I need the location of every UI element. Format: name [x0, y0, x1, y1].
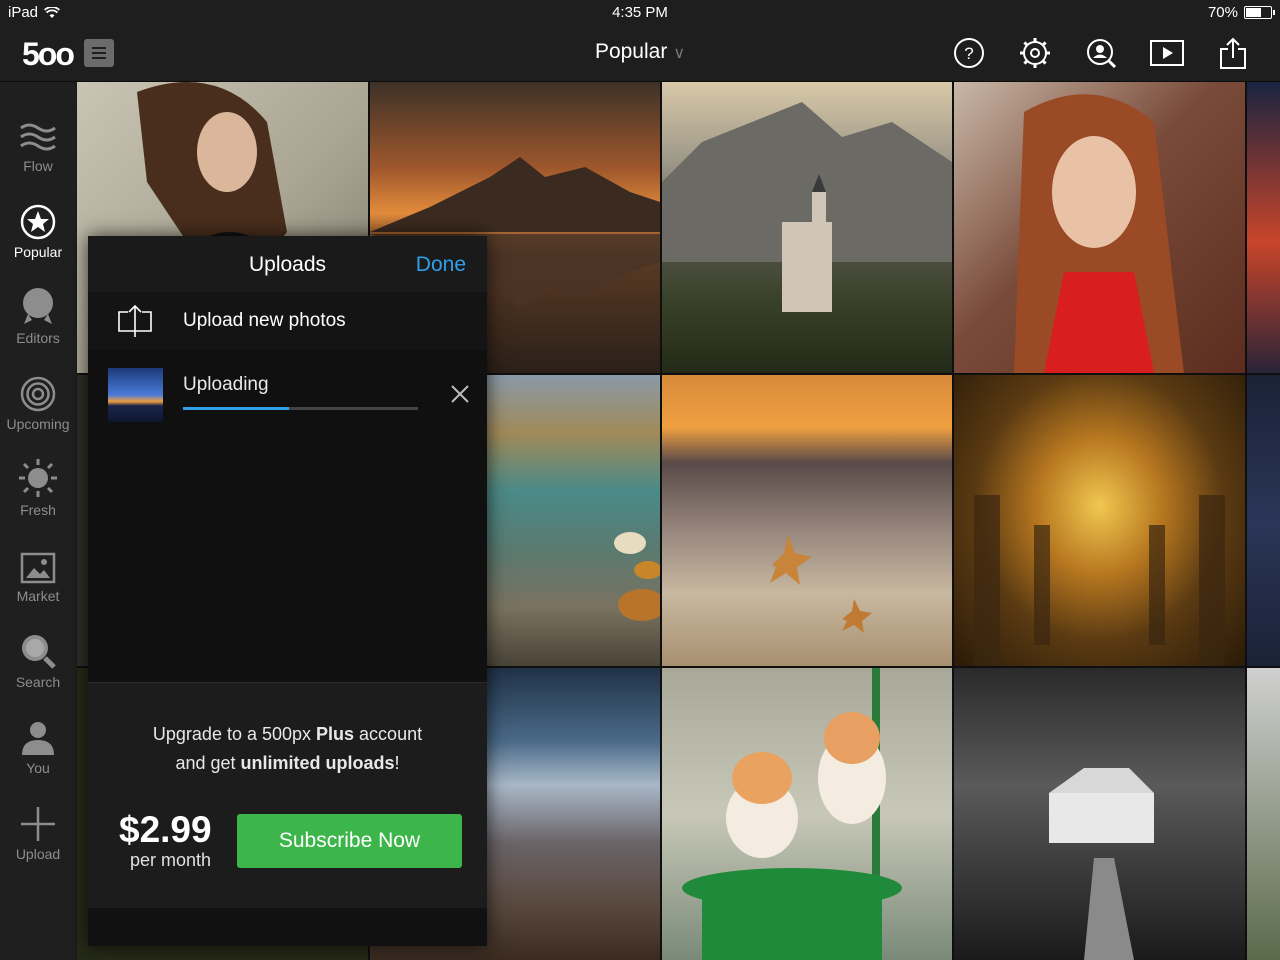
logo[interactable]: 5oo: [22, 36, 75, 73]
upload-new-photos-row[interactable]: Upload new photos: [88, 292, 487, 350]
sidebar-item-label: Upcoming: [6, 416, 70, 432]
upgrade-text: Upgrade to a 500px Plus account and get …: [152, 724, 423, 773]
sidebar-item-upcoming[interactable]: Upcoming: [0, 362, 76, 448]
uploading-label: Uploading: [183, 374, 269, 395]
svg-text:?: ?: [964, 44, 973, 63]
sidebar-item-label: Editors: [16, 330, 60, 346]
profile-search-icon[interactable]: [1084, 36, 1118, 70]
photo-redhead-woman[interactable]: [954, 82, 1245, 373]
upload-new-photos-label: Upload new photos: [183, 310, 346, 331]
editors-icon: [23, 288, 53, 324]
market-icon: [20, 552, 56, 584]
sidebar-item-flow[interactable]: Flow: [0, 104, 76, 190]
upgrade-promo: Upgrade to a 500px Plus account and get …: [88, 682, 487, 908]
sun-icon: [19, 459, 57, 497]
sidebar-item-market[interactable]: Market: [0, 534, 76, 620]
battery-icon: [1244, 6, 1275, 19]
slideshow-icon[interactable]: [1150, 36, 1184, 70]
photo-night-edge[interactable]: [1247, 375, 1280, 666]
nav-title: Popular: [594, 40, 668, 63]
panel-header: Uploads Done: [88, 236, 487, 292]
chevron-down-icon: ∨: [673, 45, 686, 62]
panel-footer: [88, 908, 487, 946]
sidebar-item-label: Upload: [15, 846, 61, 862]
photo-bw-house[interactable]: [954, 668, 1245, 960]
photo-sunset-edge[interactable]: [1247, 82, 1280, 373]
photo-castle[interactable]: [662, 82, 952, 373]
sidebar-item-you[interactable]: You: [0, 706, 76, 792]
upload-icon: [118, 304, 152, 337]
sidebar-item-popular[interactable]: Popular: [0, 190, 76, 276]
sidebar-item-upload[interactable]: Upload: [0, 792, 76, 878]
close-icon[interactable]: [449, 383, 471, 405]
top-navbar: 5oo Popular ∨ ?: [0, 26, 1280, 82]
sidebar-item-label: Search: [15, 674, 61, 690]
done-button[interactable]: Done: [416, 253, 466, 277]
photo-vaulted-hall[interactable]: [954, 375, 1245, 666]
sidebar: Flow Popular Editors Upcoming Fresh Mark…: [0, 82, 76, 960]
search-icon: [22, 635, 56, 669]
status-bar: iPad 4:35 PM 70%: [0, 0, 1280, 26]
sidebar-item-search[interactable]: Search: [0, 620, 76, 706]
settings-icon[interactable]: [1018, 36, 1052, 70]
category-selector[interactable]: Popular ∨: [560, 40, 720, 64]
battery-percent: 70%: [1207, 4, 1238, 21]
price-period: per month: [130, 850, 212, 870]
uploads-panel: Uploads Done Upload new photos Uploading…: [88, 236, 487, 946]
sidebar-item-label: Fresh: [20, 502, 56, 518]
price: $2.99: [119, 809, 212, 850]
subscribe-button[interactable]: Subscribe Now: [237, 814, 462, 868]
clock: 4:35 PM: [612, 4, 668, 21]
user-icon: [22, 722, 54, 755]
upload-progress-bar: [183, 407, 418, 410]
sidebar-item-editors[interactable]: Editors: [0, 276, 76, 362]
sidebar-item-label: Market: [16, 588, 60, 604]
menu-icon[interactable]: [84, 39, 114, 67]
upload-item: Uploading: [88, 350, 487, 425]
upcoming-icon: [20, 376, 56, 412]
plus-icon: [21, 807, 55, 841]
photo-kittens[interactable]: [662, 668, 952, 960]
sidebar-item-fresh[interactable]: Fresh: [0, 448, 76, 534]
photo-starfish-beach[interactable]: [662, 375, 952, 666]
sidebar-item-label: Popular: [13, 244, 63, 260]
help-icon[interactable]: ?: [952, 36, 986, 70]
share-icon[interactable]: [1216, 36, 1250, 70]
flow-icon: [20, 123, 56, 151]
sidebar-item-label: You: [26, 760, 50, 776]
upload-thumbnail: [108, 368, 163, 422]
sidebar-item-label: Flow: [23, 158, 53, 174]
star-icon: [20, 204, 56, 240]
photo-green-edge[interactable]: [1247, 668, 1280, 960]
